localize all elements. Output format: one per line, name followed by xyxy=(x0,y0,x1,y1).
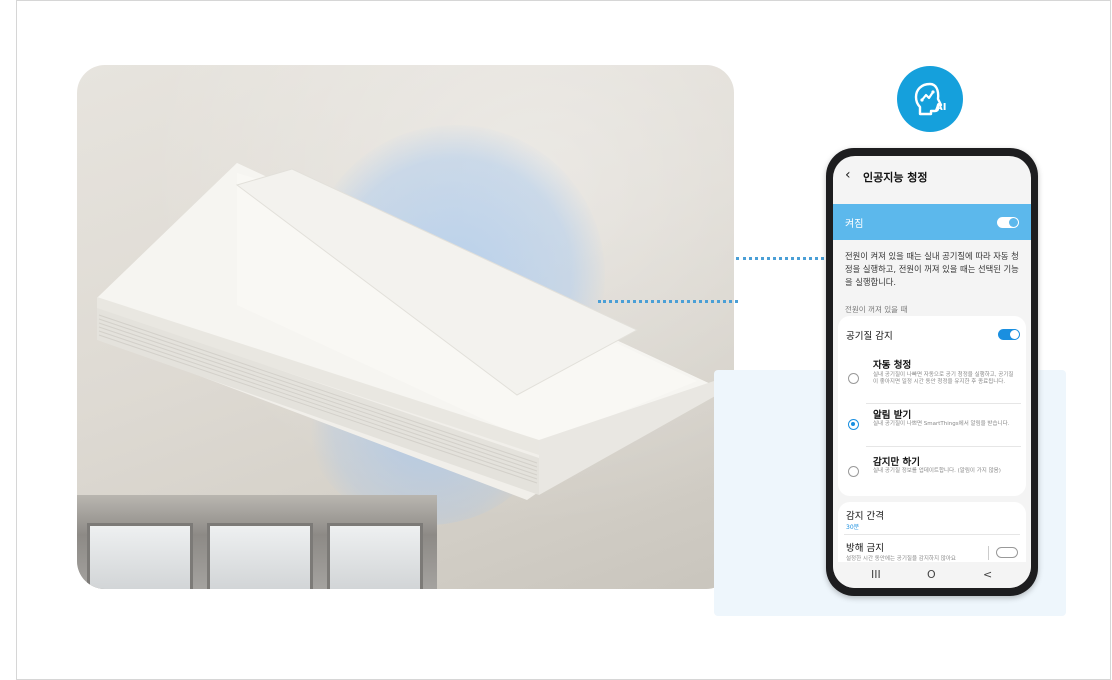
ai-head-icon xyxy=(914,82,943,116)
app-bar: ‹ 인공지능 청정 xyxy=(833,156,1031,196)
divider xyxy=(844,534,1020,535)
home-icon[interactable]: O xyxy=(927,568,936,581)
window-pane xyxy=(327,523,423,589)
radio-detect-only[interactable] xyxy=(848,466,859,477)
back-icon[interactable]: ‹ xyxy=(845,168,851,182)
toggle-knob xyxy=(1009,218,1018,227)
option-title: 감지만 하기 xyxy=(873,457,921,468)
ai-badge: AI xyxy=(897,66,963,132)
page-title: 인공지능 청정 xyxy=(863,171,928,184)
option-title: 알림 받기 xyxy=(873,410,912,421)
power-label: 켜짐 xyxy=(845,219,864,230)
toggle-knob xyxy=(1010,330,1019,339)
phone-screen: ‹ 인공지능 청정 켜짐 전원이 켜져 있을 때는 실내 공기질에 따라 자동 … xyxy=(833,156,1031,588)
window-pane xyxy=(207,523,313,589)
divider xyxy=(866,446,1021,447)
phone-mockup: ‹ 인공지능 청정 켜짐 전원이 켜져 있을 때는 실내 공기질에 따라 자동 … xyxy=(826,148,1038,596)
power-toggle[interactable] xyxy=(997,217,1019,228)
settings-card: 공기질 감지 자동 청정 실내 공기질이 나빠면 자동으로 공기 청정을 실행하… xyxy=(838,316,1026,496)
option-desc: 실내 공기질이 나빠면 자동으로 공기 청정을 실행하고, 공기질이 좋아지면 … xyxy=(873,372,1014,385)
interval-label: 감지 간격 xyxy=(846,511,884,522)
radio-notify[interactable] xyxy=(848,419,859,430)
window-pane xyxy=(87,523,193,589)
option-desc: 실내 공기질 정보를 업데이트합니다. (알림이 가지 않음) xyxy=(873,468,1001,474)
option-title: 자동 청정 xyxy=(873,360,912,371)
dnd-desc: 설정한 시간 동안에는 공기질을 감지하지 않아요 xyxy=(846,556,956,562)
air-detect-label: 공기질 감지 xyxy=(846,331,893,342)
recents-icon[interactable]: III xyxy=(871,568,881,581)
connector-dots-bottom xyxy=(598,300,738,303)
connector-dots-top xyxy=(736,257,824,260)
section-label: 전원이 꺼져 있을 때 xyxy=(845,305,908,314)
window xyxy=(77,495,437,589)
power-toggle-row[interactable]: 켜짐 xyxy=(833,204,1031,240)
interval-value: 30분 xyxy=(846,524,860,531)
divider xyxy=(866,403,1021,404)
system-nav-bar: III O < xyxy=(833,562,1031,588)
radio-auto-clean[interactable] xyxy=(848,373,859,384)
description-text: 전원이 켜져 있을 때는 실내 공기질에 따라 자동 청정을 실행하고, 전원이… xyxy=(845,251,1019,287)
divider-vertical xyxy=(988,546,989,560)
ai-badge-text: AI xyxy=(935,102,947,113)
option-desc: 실내 공기질이 나쁘면 SmartThings에서 알림을 받습니다. xyxy=(873,421,1010,427)
air-detect-toggle[interactable] xyxy=(998,329,1020,340)
dnd-toggle[interactable] xyxy=(996,547,1018,558)
dnd-label: 방해 금지 xyxy=(846,543,884,554)
nav-back-icon[interactable]: < xyxy=(983,568,992,581)
ceiling-ac-photo xyxy=(77,65,734,589)
